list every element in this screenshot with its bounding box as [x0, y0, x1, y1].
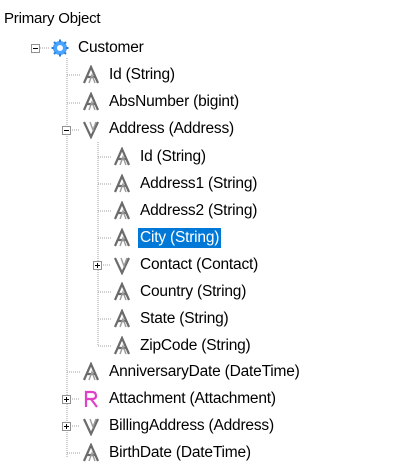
reference-property-icon [111, 254, 133, 276]
address-collapse-toggle[interactable] [62, 126, 71, 135]
tree-node-zipcode[interactable]: ZipCode (String) [111, 335, 253, 357]
string-property-icon [111, 281, 133, 303]
string-property-icon [111, 173, 133, 195]
tree-node-billingaddress[interactable]: BillingAddress (Address) [80, 415, 276, 437]
string-property-icon [80, 361, 102, 383]
gear-class-icon [49, 37, 71, 59]
tree-node-attachment[interactable]: Attachment (Attachment) [80, 388, 278, 410]
tree-node-id[interactable]: Id (String) [80, 64, 177, 86]
attachment-expand-toggle[interactable] [62, 395, 71, 404]
tree-node-address[interactable]: Address (Address) [80, 118, 236, 140]
tree-node-customer[interactable]: Customer [49, 37, 146, 59]
contact-expand-toggle[interactable] [93, 261, 102, 270]
string-property-icon [111, 146, 133, 168]
tree-node-label: ZipCode (String) [140, 337, 251, 354]
tree-node-label: Id (String) [140, 148, 206, 165]
tree-node-country[interactable]: Country (String) [111, 281, 248, 303]
tree-node-address-id[interactable]: Id (String) [111, 146, 208, 168]
tree-node-label: BirthDate (DateTime) [109, 444, 251, 461]
tree-node-label: AbsNumber (bigint) [109, 93, 239, 110]
reference-property-icon [80, 415, 102, 437]
string-property-icon [111, 227, 133, 249]
customer-collapse-toggle[interactable] [31, 44, 40, 53]
tree-node-address2[interactable]: Address2 (String) [111, 200, 259, 222]
tree-node-city[interactable]: City (String) [111, 227, 222, 249]
tree-node-label: AnniversaryDate (DateTime) [109, 363, 300, 380]
tree-node-label: BillingAddress (Address) [109, 417, 274, 434]
string-property-icon [80, 91, 102, 113]
object-tree: Customer Id (String) AbsNumber (bigint) … [0, 0, 400, 462]
attachment-property-icon [80, 388, 102, 410]
tree-node-contact[interactable]: Contact (Contact) [111, 254, 260, 276]
string-property-icon [111, 200, 133, 222]
tree-node-label: Contact (Contact) [140, 256, 259, 273]
tree-node-label: Country (String) [140, 283, 247, 300]
tree-node-label: Address1 (String) [140, 175, 258, 192]
tree-node-anniversarydate[interactable]: AnniversaryDate (DateTime) [80, 361, 302, 383]
tree-node-label: State (String) [140, 310, 229, 327]
string-property-icon [111, 308, 133, 330]
string-property-icon [111, 335, 133, 357]
reference-property-icon [80, 118, 102, 140]
tree-node-address1[interactable]: Address1 (String) [111, 173, 259, 195]
tree-node-absnumber[interactable]: AbsNumber (bigint) [80, 91, 241, 113]
tree-node-label: Address (Address) [109, 120, 234, 137]
tree-node-label: Address2 (String) [140, 202, 258, 219]
string-property-icon [80, 64, 102, 86]
tree-node-state[interactable]: State (String) [111, 308, 231, 330]
billingaddress-expand-toggle[interactable] [62, 422, 71, 431]
tree-node-label: City (String) [138, 228, 222, 248]
tree-node-label: Id (String) [109, 66, 175, 83]
tree-node-label: Customer [78, 39, 144, 56]
tree-node-label: Attachment (Attachment) [109, 390, 276, 407]
